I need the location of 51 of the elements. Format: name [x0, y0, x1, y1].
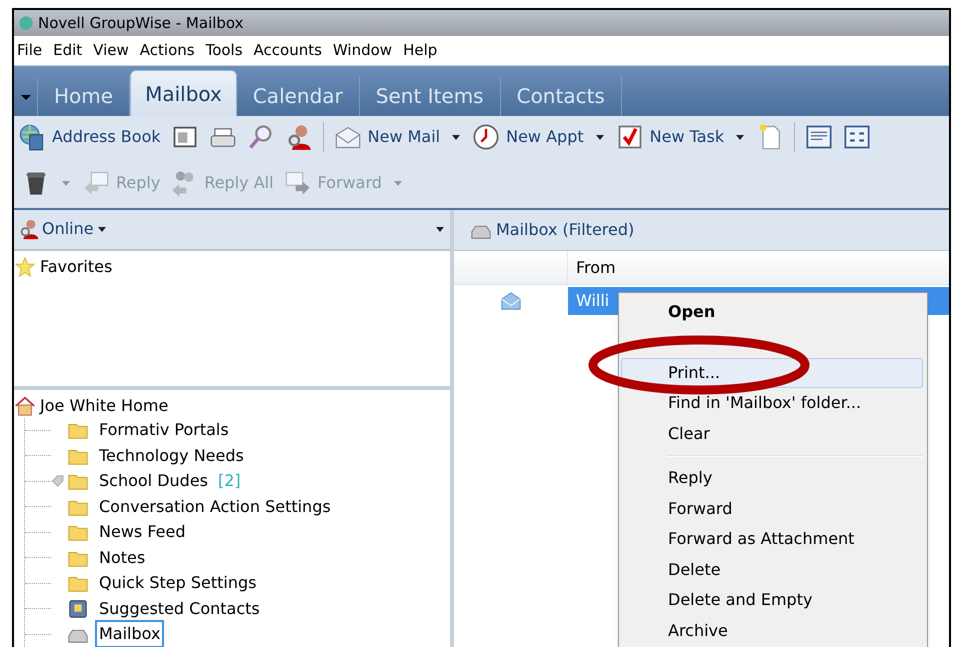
menu-item[interactable]: Actions: [136, 39, 198, 62]
tree-item[interactable]: Quick Step Settings: [95, 569, 260, 598]
toolbar-button[interactable]: Address Book: [18, 123, 161, 151]
menu-item[interactable]: Edit: [50, 39, 86, 62]
tree-item[interactable]: Conversation Action Settings: [95, 492, 335, 521]
toolbar-button[interactable]: New Task: [616, 123, 724, 151]
forward-icon: [284, 169, 312, 197]
address-book-icon: [18, 123, 46, 151]
clock-icon: [472, 123, 500, 151]
menu-item[interactable]: Forward as Attachment: [621, 524, 923, 554]
window-title: Novell GroupWise - Mailbox: [38, 12, 244, 34]
person-icon: [18, 218, 40, 240]
tree-item[interactable]: School Dudes: [95, 467, 212, 496]
unread-count: [2]: [218, 470, 241, 492]
toolbar-button[interactable]: New Mail: [334, 123, 440, 151]
app-icon: [18, 14, 34, 32]
envelope-icon: [500, 290, 522, 312]
house-icon: [14, 394, 36, 416]
menu-item[interactable]: Delete: [621, 554, 923, 585]
tree-item[interactable]: Suggested Contacts: [95, 594, 264, 623]
tree-item[interactable]: Technology Needs: [95, 442, 248, 470]
panel-title: Mailbox (Filtered): [496, 219, 634, 241]
menu-item[interactable]: Open: [621, 297, 923, 328]
tab[interactable]: Mailbox: [130, 70, 237, 116]
menu-item[interactable]: View: [90, 39, 132, 62]
menu-item[interactable]: Tools: [202, 39, 246, 62]
tree-item[interactable]: Mailbox: [95, 620, 164, 647]
checkbox-icon: [616, 123, 644, 151]
menu-item[interactable]: Delete and Empty: [621, 585, 923, 616]
reply-icon: [82, 169, 110, 197]
column-header[interactable]: From: [568, 256, 624, 280]
menu-item[interactable]: Archive: [621, 616, 923, 646]
menu-item[interactable]: Forward: [621, 494, 923, 524]
address-book-icon: [67, 598, 89, 620]
menu-item[interactable]: Window: [330, 39, 396, 62]
tree-item[interactable]: Notes: [95, 544, 150, 572]
mode-dropdown[interactable]: Online: [18, 217, 108, 242]
menu-item[interactable]: Help: [400, 39, 440, 62]
menu-item[interactable]: Clear: [621, 418, 923, 449]
list-view-icon[interactable]: [805, 123, 834, 151]
menu-item[interactable]: Accounts: [250, 39, 325, 62]
toolbar-button[interactable]: New Appt: [472, 123, 584, 151]
tree-item[interactable]: Formativ Portals: [95, 416, 233, 444]
tree-item[interactable]: Favorites: [40, 254, 112, 279]
menu-item[interactable]: File: [14, 39, 46, 62]
tree-item[interactable]: Joe White Home: [40, 394, 168, 418]
star-icon: [14, 256, 36, 278]
grid-view-icon[interactable]: [843, 123, 872, 151]
menu-item[interactable]: Find in 'Mailbox' folder...: [621, 388, 923, 418]
tree-item[interactable]: News Feed: [95, 518, 190, 546]
menu-item[interactable]: Reply: [621, 463, 923, 494]
